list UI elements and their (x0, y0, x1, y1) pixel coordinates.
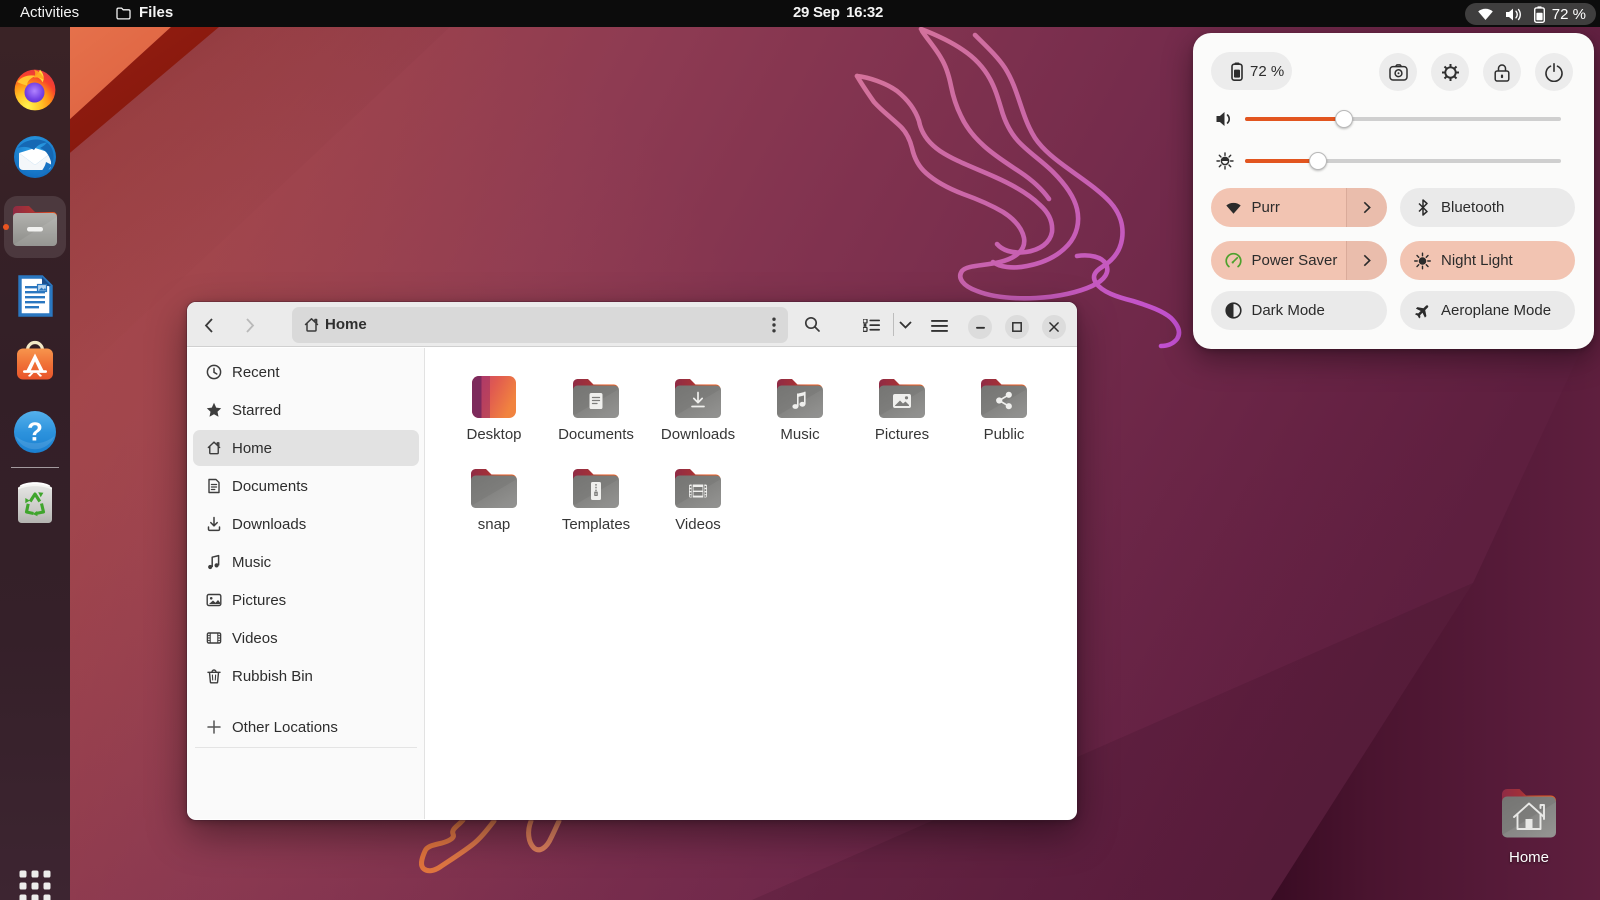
svg-text:?: ? (27, 417, 43, 447)
